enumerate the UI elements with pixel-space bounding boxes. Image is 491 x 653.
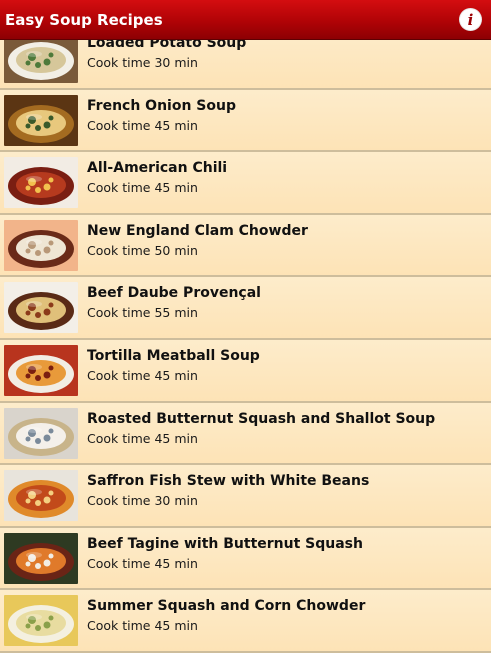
app-bar: Easy Soup Recipes i xyxy=(0,0,491,40)
chili-photo xyxy=(4,157,78,209)
beef-tagine-photo xyxy=(4,532,78,584)
recipe-list-item[interactable]: French Onion Soup Cook time 45 min xyxy=(0,89,491,153)
recipe-list-item[interactable]: Tortilla Meatball Soup Cook time 45 min xyxy=(0,339,491,403)
recipe-cook-time: Cook time 45 min xyxy=(87,117,198,133)
tortilla-meatball-soup-photo xyxy=(4,344,78,396)
butternut-squash-soup-photo xyxy=(4,407,78,459)
recipe-cook-time: Cook time 45 min xyxy=(87,555,198,571)
recipe-list-item[interactable]: Roasted Butternut Squash and Shallot Sou… xyxy=(0,402,491,466)
recipe-title: Beef Tagine with Butternut Squash xyxy=(87,535,363,552)
recipe-title: Beef Daube Provençal xyxy=(87,285,261,302)
recipe-list: Loaded Potato Soup Cook time 30 min Fren… xyxy=(0,27,491,653)
recipe-cook-time: Cook time 50 min xyxy=(87,242,198,258)
recipe-title: Tortilla Meatball Soup xyxy=(87,347,260,364)
recipe-title: French Onion Soup xyxy=(87,97,236,114)
recipe-list-item[interactable]: New England Clam Chowder Cook time 50 mi… xyxy=(0,214,491,278)
recipe-cook-time: Cook time 30 min xyxy=(87,55,198,70)
recipe-title: Saffron Fish Stew with White Beans xyxy=(87,473,370,490)
recipe-cook-time: Cook time 30 min xyxy=(87,493,198,509)
beef-daube-photo xyxy=(4,282,78,334)
recipe-list-item[interactable]: Beef Daube Provençal Cook time 55 min xyxy=(0,277,491,340)
recipe-list-item[interactable]: Saffron Fish Stew with White Beans Cook … xyxy=(0,465,491,528)
recipe-list-item[interactable]: All-American Chili Cook time 45 min xyxy=(0,152,491,215)
recipe-list-item[interactable]: Beef Tagine with Butternut Squash Cook t… xyxy=(0,527,491,591)
recipe-cook-time: Cook time 45 min xyxy=(87,618,198,634)
french-onion-soup-photo xyxy=(4,94,78,146)
info-icon[interactable]: i xyxy=(460,9,481,30)
recipe-cook-time: Cook time 55 min xyxy=(87,305,198,321)
recipe-list-item[interactable]: Summer Squash and Corn Chowder Cook time… xyxy=(0,590,491,653)
recipe-cook-time: Cook time 45 min xyxy=(87,430,198,446)
info-glyph: i xyxy=(467,10,474,29)
recipe-title: All-American Chili xyxy=(87,160,228,177)
recipe-title: New England Clam Chowder xyxy=(87,222,308,239)
recipe-title: Summer Squash and Corn Chowder xyxy=(87,598,366,615)
saffron-fish-stew-photo xyxy=(4,470,78,522)
recipe-cook-time: Cook time 45 min xyxy=(87,180,198,196)
clam-chowder-photo xyxy=(4,219,78,271)
recipe-cook-time: Cook time 45 min xyxy=(87,367,198,383)
corn-chowder-photo xyxy=(4,595,78,647)
app-title: Easy Soup Recipes xyxy=(5,11,163,29)
recipe-title: Roasted Butternut Squash and Shallot Sou… xyxy=(87,410,436,427)
